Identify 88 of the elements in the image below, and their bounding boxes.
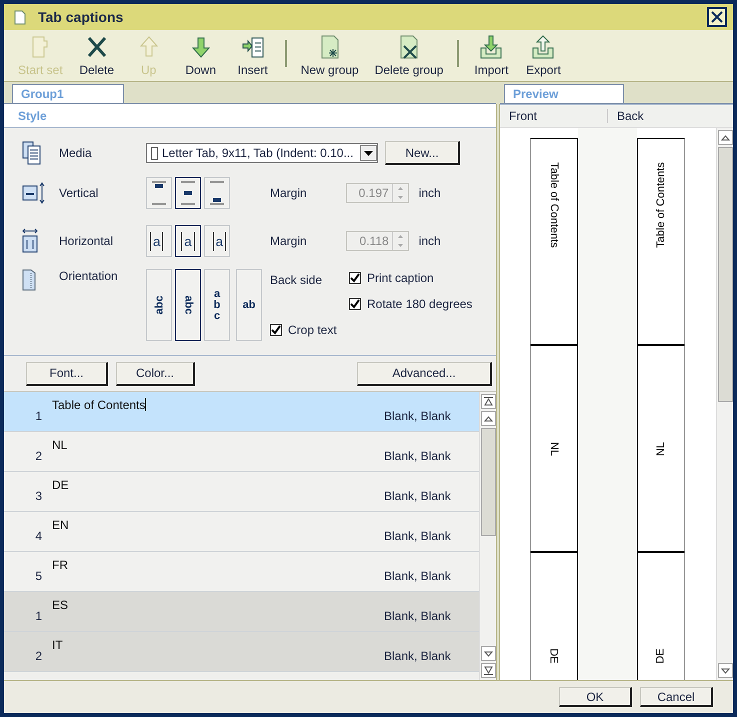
field-label: Back side: [270, 273, 324, 287]
scroll-up-icon: [484, 416, 492, 422]
checkmark-icon: [350, 273, 360, 283]
row-number: 1: [35, 608, 43, 622]
row-number: 3: [35, 488, 43, 502]
caption-row[interactable]: 2 IT Blank, Blank: [4, 632, 479, 672]
toolbar-button[interactable]: Delete group: [366, 32, 452, 79]
checkbox[interactable]: Crop text: [270, 323, 349, 337]
caption-text: FR: [52, 557, 69, 574]
orientation-option[interactable]: abc: [204, 269, 230, 341]
pages-text: Blank, Blank: [384, 408, 452, 422]
pages-text: Blank, Blank: [384, 568, 452, 582]
toolbar-button[interactable]: New group: [292, 32, 367, 79]
tab-page-icon: [22, 269, 36, 291]
toolbar-button[interactable]: Insert: [226, 32, 279, 79]
row-number: 4: [35, 528, 43, 542]
new-button[interactable]: New...: [385, 141, 460, 165]
tab-caption: Table of Contents: [655, 162, 667, 248]
field-label: Margin: [270, 186, 307, 200]
caption-text: IT: [52, 637, 64, 654]
tab-caption: DE: [548, 648, 560, 664]
row-number: 5: [35, 568, 43, 582]
column-header: Back: [616, 109, 645, 123]
row-number: 1: [35, 408, 43, 422]
caption-text: EN: [52, 517, 70, 534]
horizontal-position-option[interactable]: a: [175, 225, 201, 257]
window-title: Tab captions: [38, 9, 124, 25]
horizontal-align-icon: [22, 228, 38, 254]
caption-text: DE: [52, 477, 70, 494]
horizontal-position-option[interactable]: a: [204, 225, 230, 257]
font-button[interactable]: Font...: [26, 362, 108, 386]
cancel-button[interactable]: Cancel: [640, 687, 713, 707]
import-icon: [478, 34, 504, 60]
tab-caption: NL: [655, 441, 667, 456]
orientation-option[interactable]: ab: [236, 269, 262, 341]
ok-button[interactable]: OK: [559, 687, 632, 707]
close-button[interactable]: [707, 7, 727, 27]
row-number: 2: [35, 648, 43, 662]
scroll-down-icon: [720, 668, 730, 674]
pages-text: Blank, Blank: [384, 528, 452, 542]
field-label: Vertical: [59, 186, 100, 200]
scroll-top-icon: [484, 397, 492, 406]
scroll-up-icon: [720, 134, 730, 140]
caption-text: Table of Contents: [52, 397, 148, 414]
field-label: Margin: [270, 234, 307, 248]
checkmark-icon: [350, 299, 360, 309]
orientation-option[interactable]: abc: [146, 269, 172, 341]
caption-row[interactable]: 1 Table of Contents Blank, Blank: [4, 392, 479, 432]
tab-caption: Table of Contents: [548, 162, 560, 248]
pages-text: Blank, Blank: [384, 608, 452, 622]
field-label: Orientation: [59, 269, 119, 283]
tab-caption: NL: [548, 441, 560, 456]
checkbox[interactable]: Rotate 180 degrees: [349, 297, 472, 311]
unit-label: inch: [418, 234, 441, 248]
pages-text: Blank, Blank: [384, 448, 452, 462]
toolbar-button[interactable]: Import: [465, 32, 518, 79]
page-icon: [151, 146, 158, 160]
section-title: Style: [18, 108, 47, 122]
scrollbar[interactable]: [479, 392, 496, 680]
scrollbar[interactable]: [716, 128, 733, 680]
pages-text: Blank, Blank: [384, 488, 452, 502]
caption-text: NL: [52, 437, 68, 454]
export-icon: [530, 34, 556, 60]
scroll-bottom-icon: [484, 666, 492, 675]
toolbar-button[interactable]: Delete: [70, 32, 123, 79]
column-header: Front: [500, 109, 608, 123]
vertical-align-icon: [22, 182, 46, 204]
advanced-button[interactable]: Advanced...: [357, 362, 492, 386]
row-number: 2: [35, 448, 43, 462]
checkmark-icon: [271, 325, 281, 335]
tab-caption: DE: [655, 648, 667, 664]
vertical-position-option[interactable]: [175, 177, 201, 209]
media-dropdown[interactable]: Letter Tab, 9x11, Tab (Indent: 0.10...: [146, 143, 378, 163]
color-button[interactable]: Color...: [116, 362, 195, 386]
checkbox[interactable]: Print caption: [349, 271, 472, 285]
horizontal-position-option[interactable]: a: [146, 225, 172, 257]
orientation-option[interactable]: abc: [175, 269, 201, 341]
unit-label: inch: [418, 186, 441, 200]
caret-icon: [364, 150, 373, 156]
toolbar-button[interactable]: Export: [517, 32, 570, 79]
field-label: Horizontal: [59, 234, 114, 248]
field-label: Media: [59, 146, 93, 160]
caption-text: ES: [52, 597, 70, 614]
toolbar-button[interactable]: Down: [174, 32, 227, 79]
document-icon: [14, 10, 26, 24]
caption-row[interactable]: 1 ES Blank, Blank: [4, 592, 479, 632]
scroll-down-icon: [484, 650, 492, 656]
pages-text: Blank, Blank: [384, 648, 452, 662]
